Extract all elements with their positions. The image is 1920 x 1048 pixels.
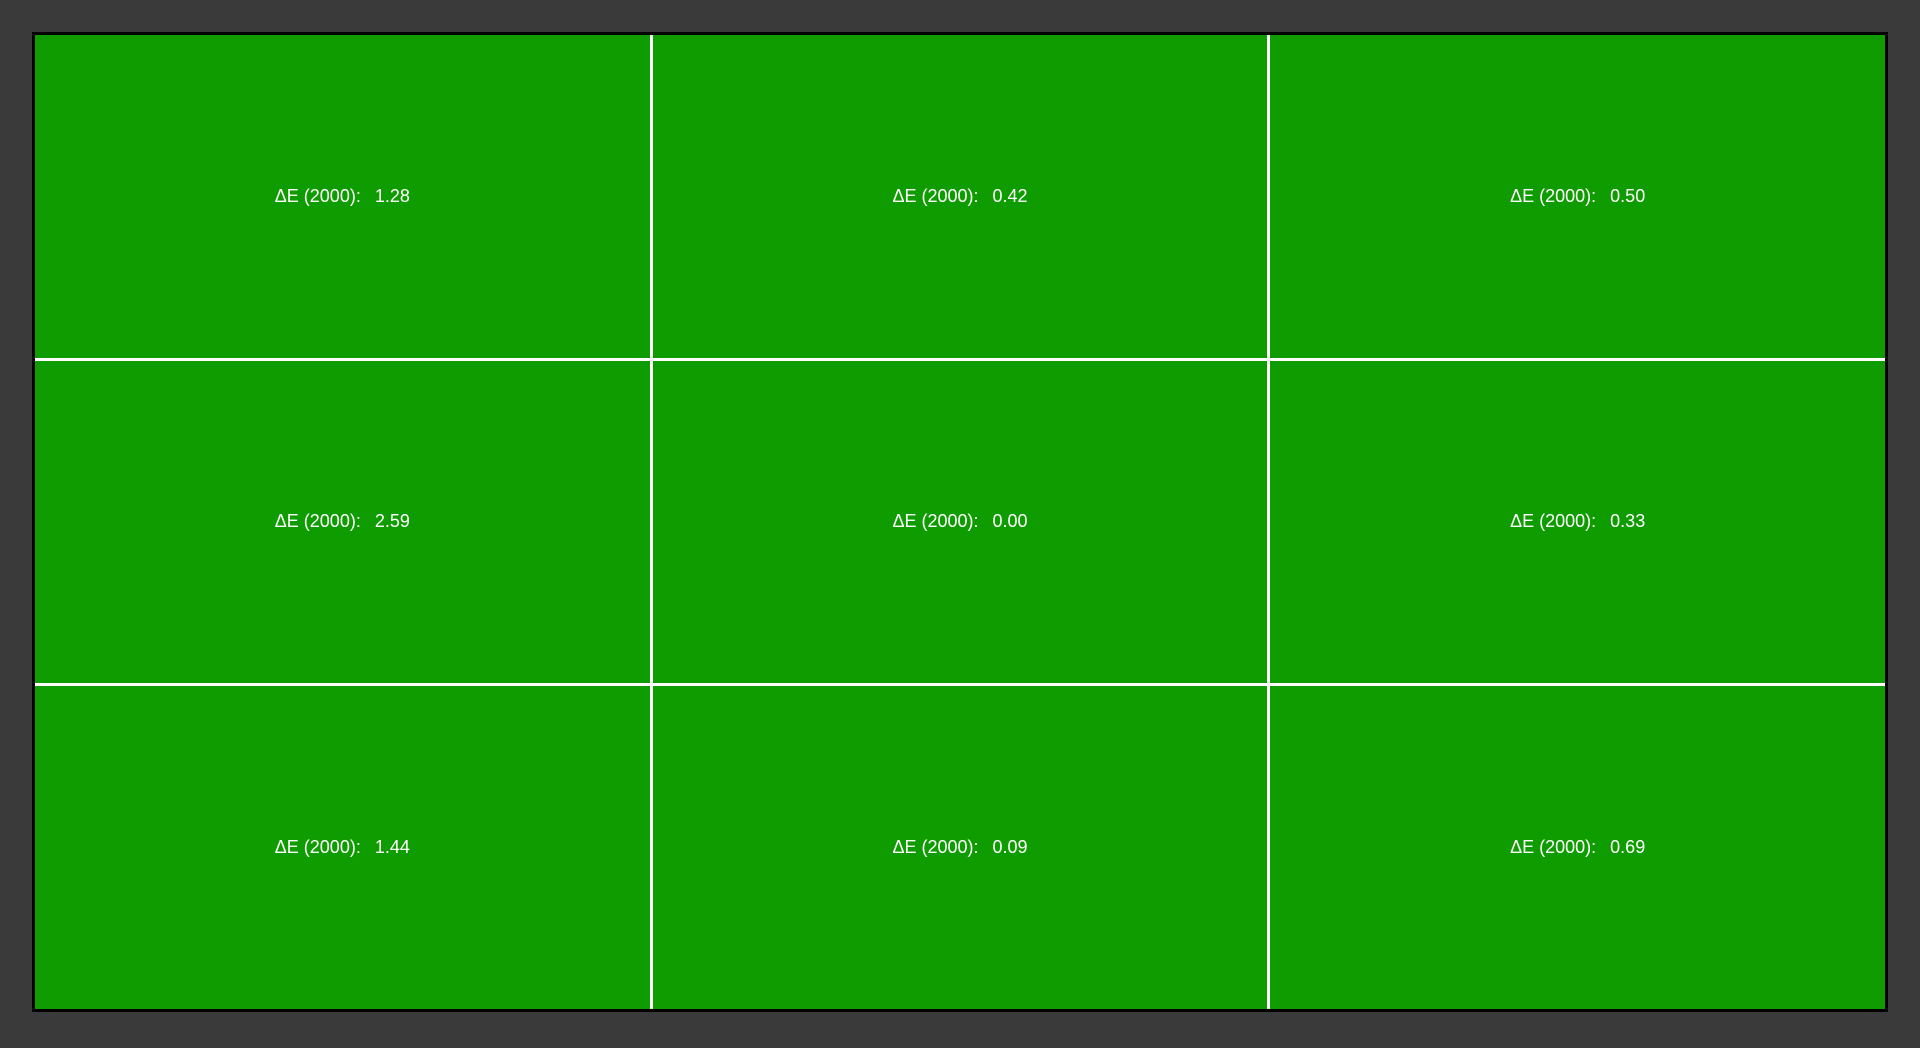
cell-readout: ΔE (2000): 0.50	[1510, 186, 1645, 207]
cell-readout: ΔE (2000): 2.59	[275, 511, 410, 532]
delta-e-value: 0.69	[1610, 837, 1645, 858]
delta-e-label: ΔE (2000):	[892, 186, 978, 207]
delta-e-value: 0.50	[1610, 186, 1645, 207]
grid-cell-middle-center: ΔE (2000): 0.00	[653, 361, 1268, 684]
cell-readout: ΔE (2000): 0.69	[1510, 837, 1645, 858]
cell-readout: ΔE (2000): 0.33	[1510, 511, 1645, 532]
grid-cell-middle-left: ΔE (2000): 2.59	[35, 361, 650, 684]
grid-cell-top-center: ΔE (2000): 0.42	[653, 35, 1268, 358]
delta-e-label: ΔE (2000):	[892, 511, 978, 532]
delta-e-value: 0.09	[993, 837, 1028, 858]
delta-e-value: 1.44	[375, 837, 410, 858]
cell-readout: ΔE (2000): 0.09	[892, 837, 1027, 858]
cell-readout: ΔE (2000): 0.42	[892, 186, 1027, 207]
grid-cell-top-left: ΔE (2000): 1.28	[35, 35, 650, 358]
grid-cell-bottom-left: ΔE (2000): 1.44	[35, 686, 650, 1009]
delta-e-label: ΔE (2000):	[1510, 511, 1596, 532]
delta-e-label: ΔE (2000):	[1510, 186, 1596, 207]
cell-readout: ΔE (2000): 1.44	[275, 837, 410, 858]
grid-cell-middle-right: ΔE (2000): 0.33	[1270, 361, 1885, 684]
delta-e-value: 1.28	[375, 186, 410, 207]
delta-e-label: ΔE (2000):	[892, 837, 978, 858]
grid-cell-bottom-right: ΔE (2000): 0.69	[1270, 686, 1885, 1009]
delta-e-value: 0.00	[993, 511, 1028, 532]
delta-e-value: 0.42	[993, 186, 1028, 207]
delta-e-label: ΔE (2000):	[275, 186, 361, 207]
cell-readout: ΔE (2000): 0.00	[892, 511, 1027, 532]
grid-cell-bottom-center: ΔE (2000): 0.09	[653, 686, 1268, 1009]
cell-readout: ΔE (2000): 1.28	[275, 186, 410, 207]
delta-e-label: ΔE (2000):	[275, 837, 361, 858]
delta-e-label: ΔE (2000):	[1510, 837, 1596, 858]
grid-cell-top-right: ΔE (2000): 0.50	[1270, 35, 1885, 358]
delta-e-label: ΔE (2000):	[275, 511, 361, 532]
uniformity-grid: ΔE (2000): 1.28 ΔE (2000): 0.42 ΔE (2000…	[32, 32, 1888, 1012]
delta-e-value: 2.59	[375, 511, 410, 532]
delta-e-value: 0.33	[1610, 511, 1645, 532]
